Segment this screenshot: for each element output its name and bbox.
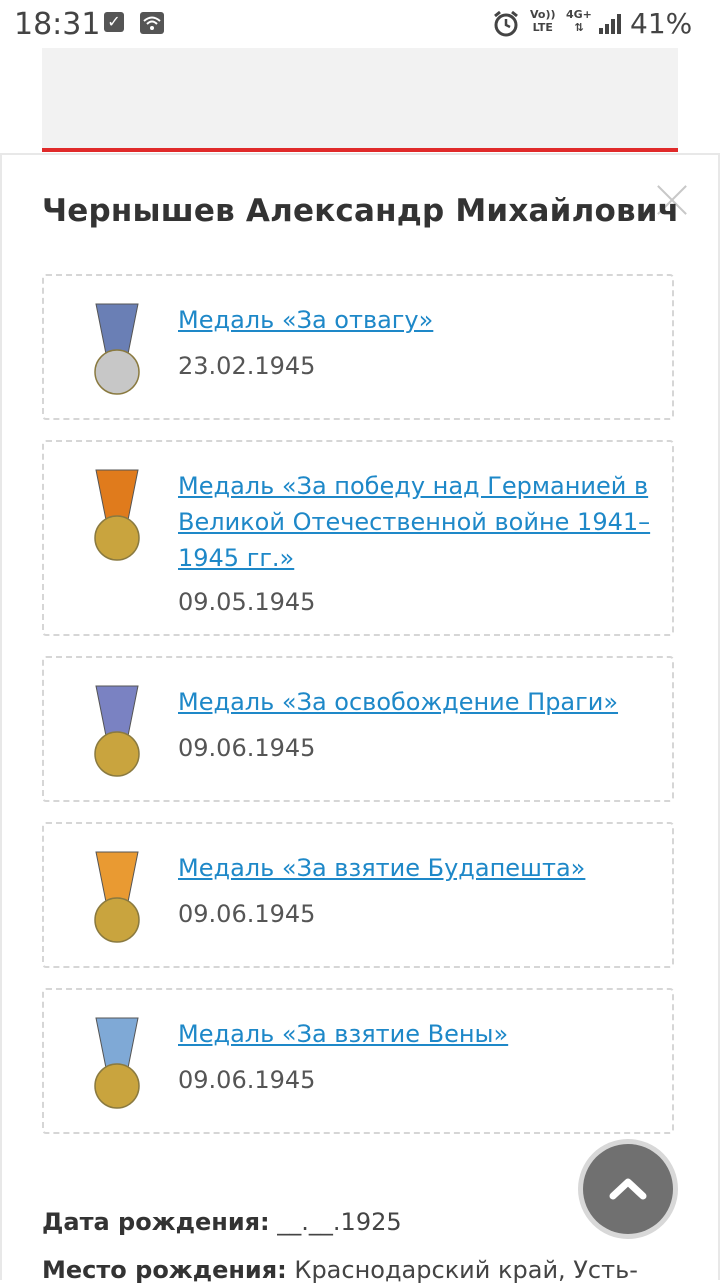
medal-icon (94, 851, 140, 943)
award-link[interactable]: Медаль «За отвагу» (178, 302, 658, 338)
panel-border-left (0, 155, 2, 1280)
award-date: 09.06.1945 (178, 1066, 316, 1094)
birth-date-value: __.__.1925 (277, 1208, 402, 1236)
award-link[interactable]: Медаль «За освобождение Праги» (178, 684, 658, 720)
medal-icon (94, 685, 140, 777)
award-date: 09.06.1945 (178, 900, 316, 928)
alarm-icon (492, 10, 520, 42)
medal-icon (94, 469, 140, 561)
person-name: Чернышев Александр Михайлович (42, 193, 680, 229)
network-label-bottom: ⇅ (574, 21, 584, 34)
medal-icon (94, 303, 140, 395)
battery-level: 41% (630, 7, 693, 40)
status-bar: 18:31 ✓ Vo)) LTE 4G+ ⇅ 41% (0, 0, 720, 48)
volte-icon: Vo)) LTE (530, 8, 556, 34)
network-type-icon: 4G+ ⇅ (566, 8, 592, 34)
award-card: Медаль «За отвагу» 23.02.1945 (42, 274, 674, 420)
award-card: Медаль «За победу над Германией в Велико… (42, 440, 674, 636)
previous-card (42, 48, 678, 152)
divider (0, 153, 720, 155)
award-link[interactable]: Медаль «За победу над Германией в Велико… (178, 468, 658, 576)
network-label-top: 4G+ (566, 8, 592, 21)
award-date: 09.06.1945 (178, 734, 316, 762)
award-date: 09.05.1945 (178, 588, 316, 616)
award-card: Медаль «За взятие Будапешта» 09.06.1945 (42, 822, 674, 968)
award-date: 23.02.1945 (178, 352, 316, 380)
volte-label-bottom: LTE (532, 21, 553, 34)
birth-date-label: Дата рождения: (42, 1208, 270, 1236)
checkbox-notification-icon: ✓ (104, 12, 124, 32)
award-card: Медаль «За взятие Вены» 09.06.1945 (42, 988, 674, 1134)
signal-icon (598, 12, 622, 40)
wifi-icon (140, 12, 164, 34)
award-card: Медаль «За освобождение Праги» 09.06.194… (42, 656, 674, 802)
volte-label-top: Vo)) (530, 8, 556, 21)
medal-icon (94, 1017, 140, 1109)
award-link[interactable]: Медаль «За взятие Вены» (178, 1016, 658, 1052)
chevron-up-icon (609, 1178, 647, 1200)
scroll-top-button[interactable] (578, 1139, 678, 1239)
award-link[interactable]: Медаль «За взятие Будапешта» (178, 850, 658, 886)
birth-date: Дата рождения: __.__.1925 (42, 1208, 402, 1236)
status-time: 18:31 (14, 7, 101, 42)
scroll-top-button-face (583, 1144, 673, 1234)
